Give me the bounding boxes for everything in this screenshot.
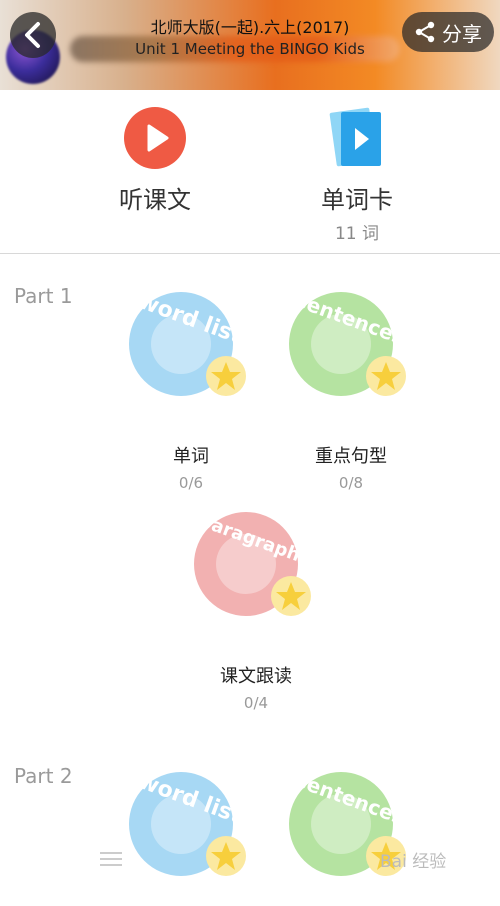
header-banner: 北师大版(一起).六上(2017) Unit 1 Meeting the BIN… bbox=[0, 0, 500, 90]
sentences-label: 重点句型 bbox=[315, 446, 387, 467]
paragraphs-badge: paragraphs bbox=[191, 510, 321, 642]
word-cards-button[interactable]: 单词卡 11 词 bbox=[277, 106, 437, 244]
word-list-badge: word list bbox=[126, 289, 256, 422]
share-label: 分享 bbox=[442, 21, 482, 46]
chevron-left-icon bbox=[25, 22, 40, 48]
part-1-title: Part 1 bbox=[14, 284, 73, 308]
sentences-progress: 0/8 bbox=[338, 474, 364, 492]
star-icon bbox=[206, 836, 246, 876]
part-2-title: Part 2 bbox=[14, 764, 73, 788]
star-icon bbox=[366, 356, 406, 396]
word-cards-icon bbox=[329, 107, 381, 167]
word-list-progress: 0/6 bbox=[178, 474, 204, 492]
share-icon bbox=[415, 21, 435, 43]
paragraphs-label: 课文跟读 bbox=[220, 666, 292, 687]
listen-text-button[interactable]: 听课文 bbox=[75, 106, 235, 215]
sentences-badge: sentences bbox=[286, 768, 416, 902]
play-circle-icon bbox=[124, 107, 186, 169]
word-list-badge: word list bbox=[126, 769, 256, 902]
word-list-item[interactable]: word list 单词 0/6 bbox=[106, 289, 276, 492]
part2-sentences-item[interactable]: sentences bbox=[266, 768, 436, 902]
watermark-text: Bai 经验 bbox=[380, 851, 447, 872]
star-icon bbox=[271, 576, 311, 616]
back-button[interactable] bbox=[10, 12, 56, 58]
menu-icon[interactable] bbox=[100, 852, 122, 870]
baidu-watermark: Bai 经验 bbox=[380, 842, 490, 876]
word-count: 11 词 bbox=[334, 224, 380, 244]
sentences-badge: sentences bbox=[286, 288, 416, 422]
sentences-item[interactable]: sentences 重点句型 0/8 bbox=[266, 288, 436, 492]
star-icon bbox=[206, 356, 246, 396]
part2-word-list-item[interactable]: word list bbox=[106, 769, 276, 902]
paragraphs-progress: 0/4 bbox=[243, 694, 269, 712]
section-divider bbox=[0, 253, 500, 254]
word-list-label: 单词 bbox=[173, 446, 209, 467]
share-button[interactable]: 分享 bbox=[402, 12, 494, 52]
word-cards-label: 单词卡 bbox=[321, 186, 393, 214]
paragraphs-item[interactable]: paragraphs 课文跟读 0/4 bbox=[171, 510, 341, 712]
listen-text-label: 听课文 bbox=[119, 186, 191, 214]
